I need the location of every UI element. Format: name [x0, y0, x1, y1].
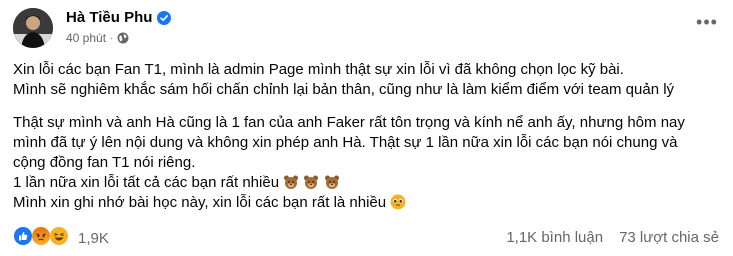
text-segment: Mình xin ghi nhớ bài học này, xin lỗi cá…	[13, 194, 387, 211]
author-row: Hà Tiều Phu	[66, 9, 172, 26]
text-line: 1 lần nữa xin lỗi tất cả các bạn rất nhi…	[13, 173, 718, 193]
more-dots-icon: •••	[696, 12, 718, 32]
meta-separator: ·	[110, 32, 114, 44]
reaction-summary[interactable]: 1,9K	[14, 227, 109, 249]
text-line: Thật sự mình và anh Hà cũng là 1 fan của…	[13, 114, 685, 131]
post-meta: 40 phút ·	[66, 31, 129, 45]
bear-face-emoji-icon	[303, 174, 319, 190]
pleading-face-emoji-icon	[390, 194, 406, 210]
author-avatar[interactable]	[13, 8, 53, 48]
verified-badge-icon	[157, 10, 172, 25]
engagement-stats: 1,1K bình luận 73 lượt chia sẻ	[506, 229, 719, 246]
text-line: Mình sẽ nghiêm khắc sám hối chấn chỉnh l…	[13, 81, 675, 98]
facebook-post-card: Hà Tiều Phu 40 phút · ••• Xin lỗi các bạ…	[0, 0, 733, 256]
more-options-button[interactable]: •••	[695, 12, 719, 32]
text-segment: 1 lần nữa xin lỗi tất cả các bạn rất nhi…	[13, 174, 280, 191]
text-line: Xin lỗi các bạn Fan T1, mình là admin Pa…	[13, 61, 624, 78]
text-line: Mình xin ghi nhớ bài học này, xin lỗi cá…	[13, 193, 718, 213]
paragraph-2: Thật sự mình và anh Hà cũng là 1 fan của…	[13, 113, 718, 213]
share-count-link[interactable]: 73 lượt chia sẻ	[619, 229, 719, 246]
public-globe-icon	[117, 32, 129, 44]
author-name[interactable]: Hà Tiều Phu	[66, 9, 152, 26]
bear-face-emoji-icon	[283, 174, 299, 190]
text-line: cộng đồng fan T1 nói riêng.	[13, 154, 196, 171]
bear-face-emoji-icon	[324, 174, 340, 190]
comment-count-link[interactable]: 1,1K bình luận	[506, 229, 603, 246]
reaction-count[interactable]: 1,9K	[78, 230, 109, 247]
text-line: mình đã tự ý lên nội dung và không xin p…	[13, 134, 678, 151]
paragraph-1: Xin lỗi các bạn Fan T1, mình là admin Pa…	[13, 60, 718, 100]
haha-reaction-icon	[50, 227, 72, 249]
post-timestamp[interactable]: 40 phút	[66, 31, 106, 45]
post-body: Xin lỗi các bạn Fan T1, mình là admin Pa…	[13, 60, 718, 226]
